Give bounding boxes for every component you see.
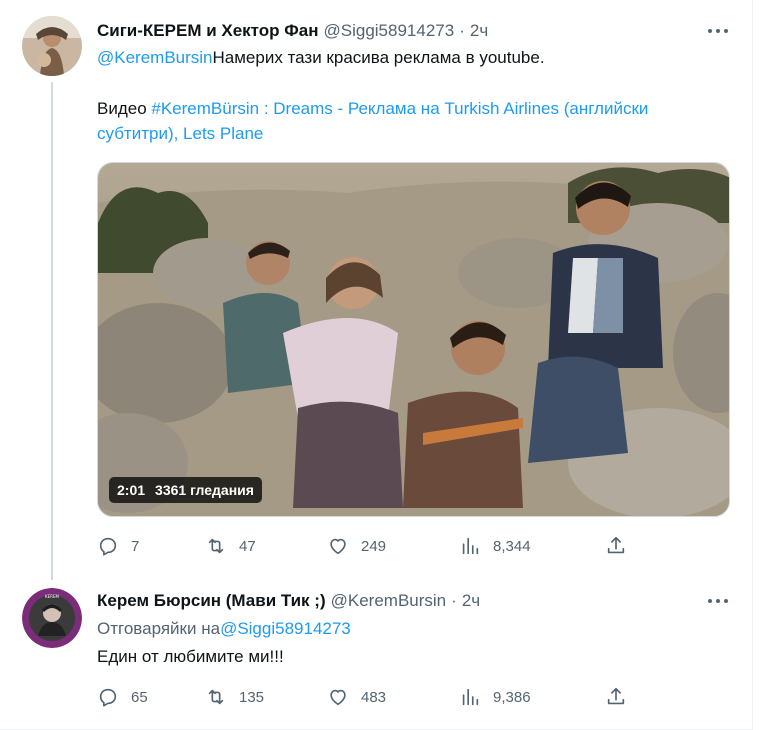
- reply-count: 7: [131, 537, 140, 555]
- tweet-text: Един от любимите ми!!!: [97, 647, 284, 666]
- tweet-original[interactable]: Сиги-КЕРЕМ и Хектор Фан @Siggi58914273 ·…: [0, 0, 752, 574]
- video-info-badge: 2:01 3361 гледания: [109, 477, 262, 503]
- mention-link[interactable]: @KeremBursin: [97, 48, 213, 67]
- avatar-image: KEREM: [22, 588, 82, 648]
- reply-icon: [99, 688, 117, 707]
- views-button[interactable]: 9,386: [459, 686, 531, 708]
- like-icon: [330, 689, 346, 706]
- reply-icon: [99, 537, 117, 556]
- tweet-text: @KeremBursinНамерих тази красива реклама…: [97, 45, 727, 70]
- views-icon: [462, 688, 479, 706]
- replying-to-label: Отговаряйки на: [97, 619, 221, 638]
- retweet-button[interactable]: 47: [205, 535, 256, 557]
- separator-dot: ·: [451, 591, 457, 610]
- action-bar: 7 47 249 8,344: [97, 535, 637, 557]
- tweet-header: Керем Бюрсин (Мави Тик ;) @KeremBursin ·…: [97, 591, 480, 611]
- share-button[interactable]: [605, 686, 627, 708]
- video-title-link[interactable]: #KeremBürsin : Dreams - Реклама на Turki…: [97, 99, 648, 143]
- retweet-icon: [208, 689, 224, 705]
- like-button[interactable]: 249: [327, 535, 386, 557]
- more-icon[interactable]: [706, 19, 730, 43]
- replying-to-handle[interactable]: @Siggi58914273: [220, 619, 351, 638]
- action-bar: 65 135 483 9,386: [97, 686, 637, 708]
- video-player[interactable]: [97, 162, 730, 517]
- avatar[interactable]: [22, 16, 82, 76]
- tweet-header: Сиги-КЕРЕМ и Хектор Фан @Siggi58914273 ·…: [97, 21, 488, 41]
- avatar[interactable]: KEREM: [22, 588, 82, 648]
- views-icon: [462, 537, 479, 555]
- reply-button[interactable]: 7: [97, 535, 139, 557]
- tweet-reply[interactable]: KEREM Керем Бюрсин (Мави Тик ;) @KeremBu…: [0, 574, 752, 730]
- author-name[interactable]: Керем Бюрсин (Мави Тик ;): [97, 591, 326, 611]
- timestamp[interactable]: 2ч: [470, 21, 488, 41]
- retweet-button[interactable]: 135: [205, 686, 264, 708]
- tweet-text-line1: Намерих тази красива реклама в youtube.: [212, 48, 545, 67]
- video-duration: 2:01: [117, 482, 146, 498]
- share-button[interactable]: [605, 535, 627, 557]
- author-handle[interactable]: @KeremBursin: [331, 591, 447, 611]
- tweet-text-video-line: Видео #KeremBürsin : Dreams - Реклама на…: [97, 96, 727, 146]
- views-count: 8,344: [493, 537, 531, 555]
- reply-count: 65: [131, 688, 148, 706]
- like-count: 483: [361, 688, 387, 706]
- retweet-count: 135: [239, 688, 265, 706]
- more-icon[interactable]: [706, 589, 730, 613]
- retweet-count: 47: [239, 537, 256, 555]
- like-count: 249: [361, 537, 387, 555]
- replying-to: Отговаряйки на@Siggi58914273: [97, 616, 727, 641]
- avatar-logo-lettering: KEREM: [45, 594, 59, 599]
- video-views: 3361 гледания: [155, 482, 254, 498]
- share-icon: [607, 536, 625, 554]
- column-border: [752, 0, 753, 730]
- share-icon: [607, 687, 625, 705]
- views-count: 9,386: [493, 688, 531, 706]
- video-prefix: Видео: [97, 99, 152, 118]
- author-name[interactable]: Сиги-КЕРЕМ и Хектор Фан: [97, 21, 319, 41]
- retweet-icon: [208, 538, 224, 554]
- avatar-image: [22, 16, 82, 76]
- like-icon: [330, 538, 346, 555]
- video-thumbnail: [98, 163, 729, 516]
- timestamp[interactable]: 2ч: [462, 591, 480, 611]
- separator-dot: ·: [459, 21, 465, 40]
- like-button[interactable]: 483: [327, 686, 386, 708]
- views-button[interactable]: 8,344: [459, 535, 531, 557]
- author-handle[interactable]: @Siggi58914273: [324, 21, 455, 41]
- reply-button[interactable]: 65: [97, 686, 148, 708]
